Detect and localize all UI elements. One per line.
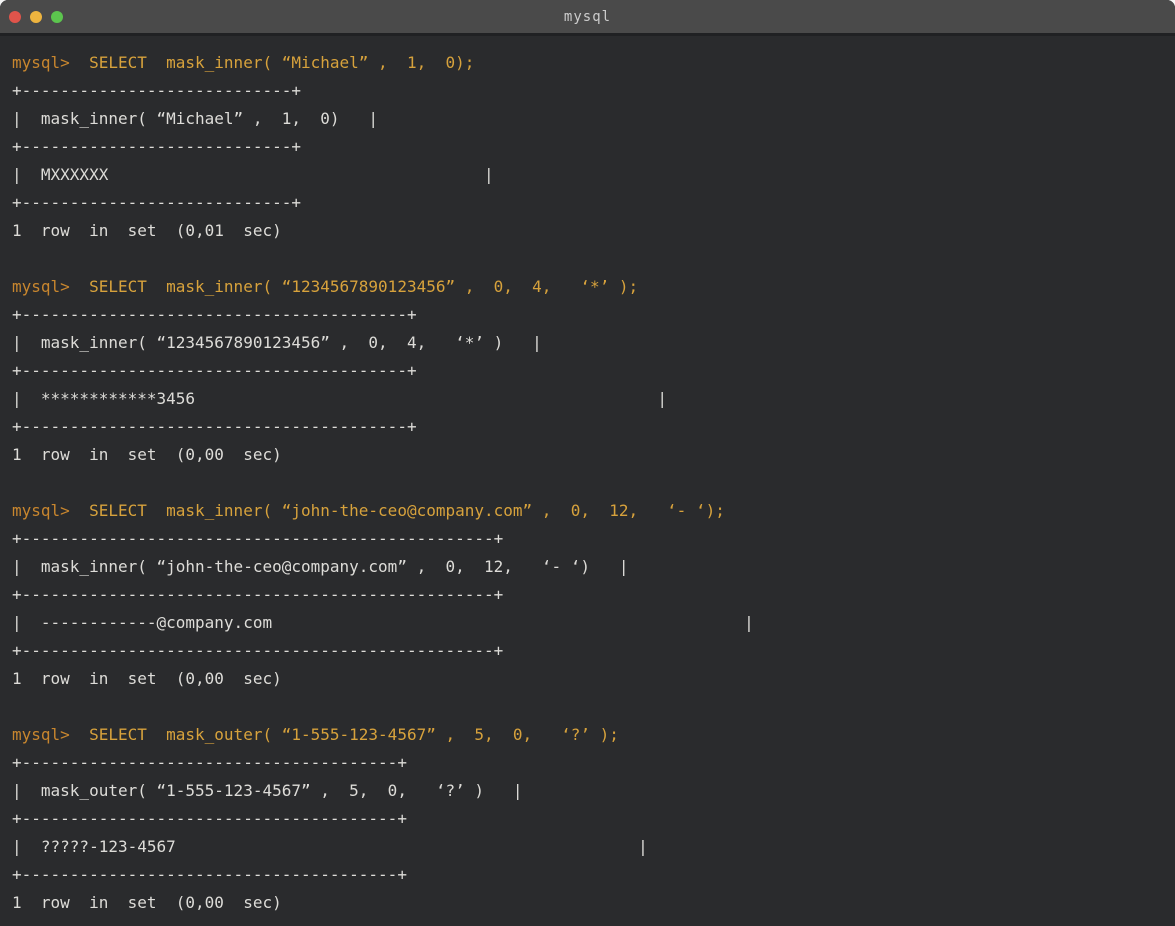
row-count-status: 1 row in set (0,01 sec) — [12, 217, 1165, 245]
mysql-prompt: mysql> — [12, 53, 70, 72]
zoom-button[interactable] — [51, 11, 63, 23]
sql-command: SELECT mask_inner( “1234567890123456” , … — [70, 277, 638, 296]
table-border: +---------------------------------------… — [12, 357, 1165, 385]
table-border: +---------------------------------------… — [12, 525, 1165, 553]
table-border: +---------------------------------------… — [12, 581, 1165, 609]
minimize-button[interactable] — [30, 11, 42, 23]
table-header-row: | mask_inner( “Michael” , 1, 0) | — [12, 105, 1165, 133]
table-border: +---------------------------------------… — [12, 413, 1165, 441]
table-border: +----------------------------+ — [12, 189, 1165, 217]
command-line: mysql> SELECT mask_outer( “1-555-123-456… — [12, 721, 1165, 749]
table-result-row: | ?????-123-4567 | — [12, 833, 1165, 861]
table-border: +---------------------------------------… — [12, 749, 1165, 777]
mysql-prompt: mysql> — [12, 501, 70, 520]
mysql-prompt: mysql> — [12, 277, 70, 296]
table-border: +----------------------------+ — [12, 77, 1165, 105]
close-button[interactable] — [9, 11, 21, 23]
table-result-row: | ------------@company.com | — [12, 609, 1165, 637]
sql-command: SELECT mask_outer( “1-555-123-4567” , 5,… — [70, 725, 619, 744]
table-border: +---------------------------------------… — [12, 301, 1165, 329]
table-border: +----------------------------+ — [12, 133, 1165, 161]
table-header-row: | mask_inner( “1234567890123456” , 0, 4,… — [12, 329, 1165, 357]
row-count-status: 1 row in set (0,00 sec) — [12, 441, 1165, 469]
titlebar: mysql — [0, 0, 1175, 36]
table-header-row: | mask_inner( “john-the-ceo@company.com”… — [12, 553, 1165, 581]
mysql-prompt: mysql> — [12, 725, 70, 744]
sql-command: SELECT mask_inner( “Michael” , 1, 0); — [70, 53, 475, 72]
blank-line — [12, 469, 1165, 497]
table-header-row: | mask_outer( “1-555-123-4567” , 5, 0, ‘… — [12, 777, 1165, 805]
command-line: mysql> SELECT mask_inner( “1234567890123… — [12, 273, 1165, 301]
blank-line — [12, 245, 1165, 273]
table-border: +---------------------------------------… — [12, 805, 1165, 833]
window-controls — [9, 0, 63, 33]
row-count-status: 1 row in set (0,00 sec) — [12, 889, 1165, 917]
command-line: mysql> SELECT mask_inner( “Michael” , 1,… — [12, 49, 1165, 77]
row-count-status: 1 row in set (0,00 sec) — [12, 665, 1165, 693]
terminal-window: mysql mysql> SELECT mask_inner( “Michael… — [0, 0, 1175, 926]
command-line: mysql> SELECT mask_inner( “john-the-ceo@… — [12, 497, 1165, 525]
table-border: +---------------------------------------… — [12, 637, 1165, 665]
window-title: mysql — [564, 9, 611, 25]
blank-line — [12, 693, 1165, 721]
terminal-screen[interactable]: mysql> SELECT mask_inner( “Michael” , 1,… — [0, 36, 1175, 926]
table-result-row: | ************3456 | — [12, 385, 1165, 413]
table-border: +---------------------------------------… — [12, 861, 1165, 889]
sql-command: SELECT mask_inner( “john-the-ceo@company… — [70, 501, 725, 520]
table-result-row: | MXXXXXX | — [12, 161, 1165, 189]
